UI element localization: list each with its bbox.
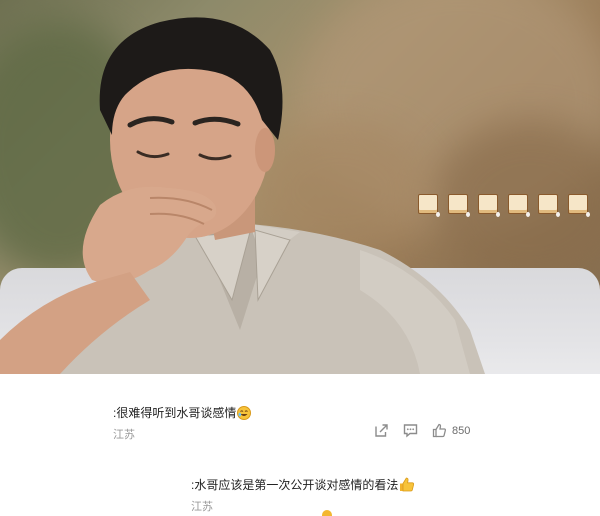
video-frame[interactable]	[0, 0, 600, 374]
comment-location: 江苏	[113, 429, 135, 441]
comment-icon	[403, 424, 418, 438]
share-icon	[375, 424, 388, 437]
share-button[interactable]	[374, 423, 389, 438]
comment-text: :水哥应该是第一次公开谈对感情的看法	[191, 478, 399, 492]
comment-2: :水哥应该是第一次公开谈对感情的看法	[191, 476, 415, 495]
thumbs-up-icon	[432, 423, 447, 438]
thumbs-up-emoji-icon	[399, 477, 415, 495]
comment-actions: 850	[374, 423, 484, 438]
bread-icon	[538, 194, 560, 217]
bread-icon	[418, 194, 440, 217]
bread-icon	[568, 194, 590, 217]
laughing-face-icon	[237, 406, 252, 423]
next-comment-emoji-peek	[322, 510, 332, 516]
bread-icon	[448, 194, 470, 217]
man-on-sofa	[0, 17, 485, 374]
comment-text: :很难得听到水哥谈感情	[113, 406, 237, 420]
comment-location: 江苏	[191, 501, 213, 513]
reply-button[interactable]	[403, 423, 418, 438]
like-count: 850	[452, 424, 471, 437]
bread-icon	[478, 194, 500, 217]
comment-1: :很难得听到水哥谈感情	[113, 404, 252, 423]
like-button[interactable]: 850	[432, 423, 470, 438]
bread-icon	[508, 194, 530, 217]
emoji-overlay	[418, 194, 590, 217]
